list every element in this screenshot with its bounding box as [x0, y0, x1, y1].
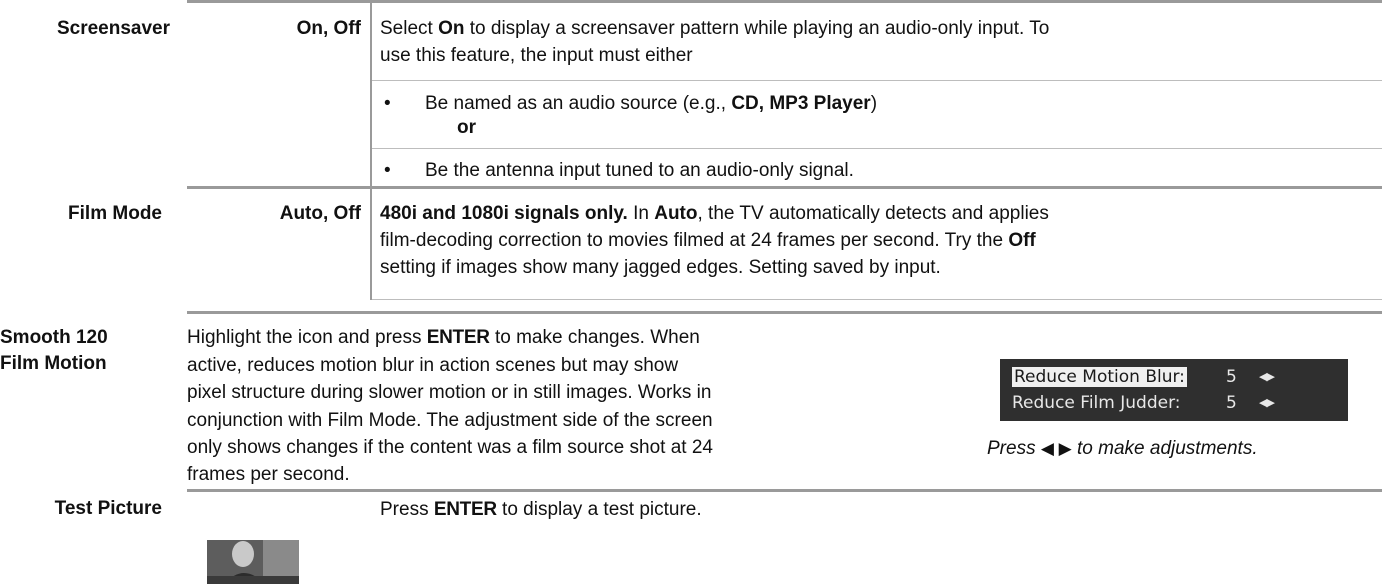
osd-motion-blur-label: Reduce Motion Blur:: [1012, 367, 1187, 387]
divider: [372, 148, 1382, 149]
or-text: or: [457, 117, 476, 138]
bullet-dot: •: [384, 93, 391, 114]
smooth-desc-line1: Highlight the icon and press ENTER to ma…: [187, 327, 700, 348]
value-divider: [370, 3, 372, 186]
film-mode-desc-line2: film-decoding correction to movies filme…: [380, 230, 1036, 251]
film-mode-desc-line1: 480i and 1080i signals only. In Auto, th…: [380, 203, 1049, 224]
osd-row-film-judder: Reduce Film Judder: 5 ◀▶: [1012, 390, 1275, 416]
osd-adjustment-panel: Reduce Motion Blur: 5 ◀▶ Reduce Film Jud…: [1000, 359, 1348, 421]
section-rule: [187, 186, 1382, 189]
smooth-desc-line6: frames per second.: [187, 464, 350, 485]
left-right-arrows-icon: ◀▶: [1259, 396, 1275, 409]
bullet-dot: •: [384, 160, 391, 181]
section-rule: [187, 311, 1382, 314]
bullet-audio-source: Be named as an audio source (e.g., CD, M…: [425, 93, 878, 114]
screensaver-desc-line2: use this feature, the input must either: [380, 45, 693, 66]
film-mode-label: Film Mode: [68, 203, 162, 224]
test-picture-thumbnail: [207, 540, 299, 584]
left-right-arrows-icon: ◀▶: [1259, 370, 1275, 383]
smooth-desc-line4: conjunction with Film Mode. The adjustme…: [187, 410, 713, 431]
osd-row-motion-blur: Reduce Motion Blur: 5 ◀▶: [1012, 364, 1275, 390]
film-mode-desc-line3: setting if images show many jagged edges…: [380, 257, 941, 278]
value-divider: [370, 189, 372, 300]
smooth-desc-line2: active, reduces motion blur in action sc…: [187, 355, 679, 376]
screensaver-desc-line1: Select On to display a screensaver patte…: [380, 18, 1050, 39]
smooth-desc-line3: pixel structure during slower motion or …: [187, 382, 712, 403]
film-mode-values: Auto, Off: [279, 203, 361, 224]
screensaver-values: On, Off: [296, 18, 361, 39]
test-picture-desc: Press ENTER to display a test picture.: [380, 499, 702, 520]
bullet-antenna: Be the antenna input tuned to an audio-o…: [425, 160, 854, 181]
test-picture-image: [207, 540, 299, 584]
osd-motion-blur-value: 5: [1226, 367, 1237, 387]
osd-film-judder-label: Reduce Film Judder:: [1012, 393, 1181, 413]
divider: [372, 299, 1382, 300]
test-picture-label: Test Picture: [54, 498, 162, 519]
smooth-desc-line5: only shows changes if the content was a …: [187, 437, 713, 458]
top-rule: [187, 0, 1382, 3]
screensaver-label: Screensaver: [56, 18, 170, 39]
osd-film-judder-value: 5: [1226, 393, 1237, 413]
smooth-label-line1: Smooth 120: [0, 327, 108, 348]
adjustment-caption: Press ◀ ▶ to make adjustments.: [987, 438, 1258, 459]
divider: [372, 80, 1382, 81]
smooth-label-line2: Film Motion: [0, 353, 107, 374]
left-right-arrows-icon: ◀ ▶: [1040, 439, 1072, 458]
section-rule: [187, 489, 1382, 492]
